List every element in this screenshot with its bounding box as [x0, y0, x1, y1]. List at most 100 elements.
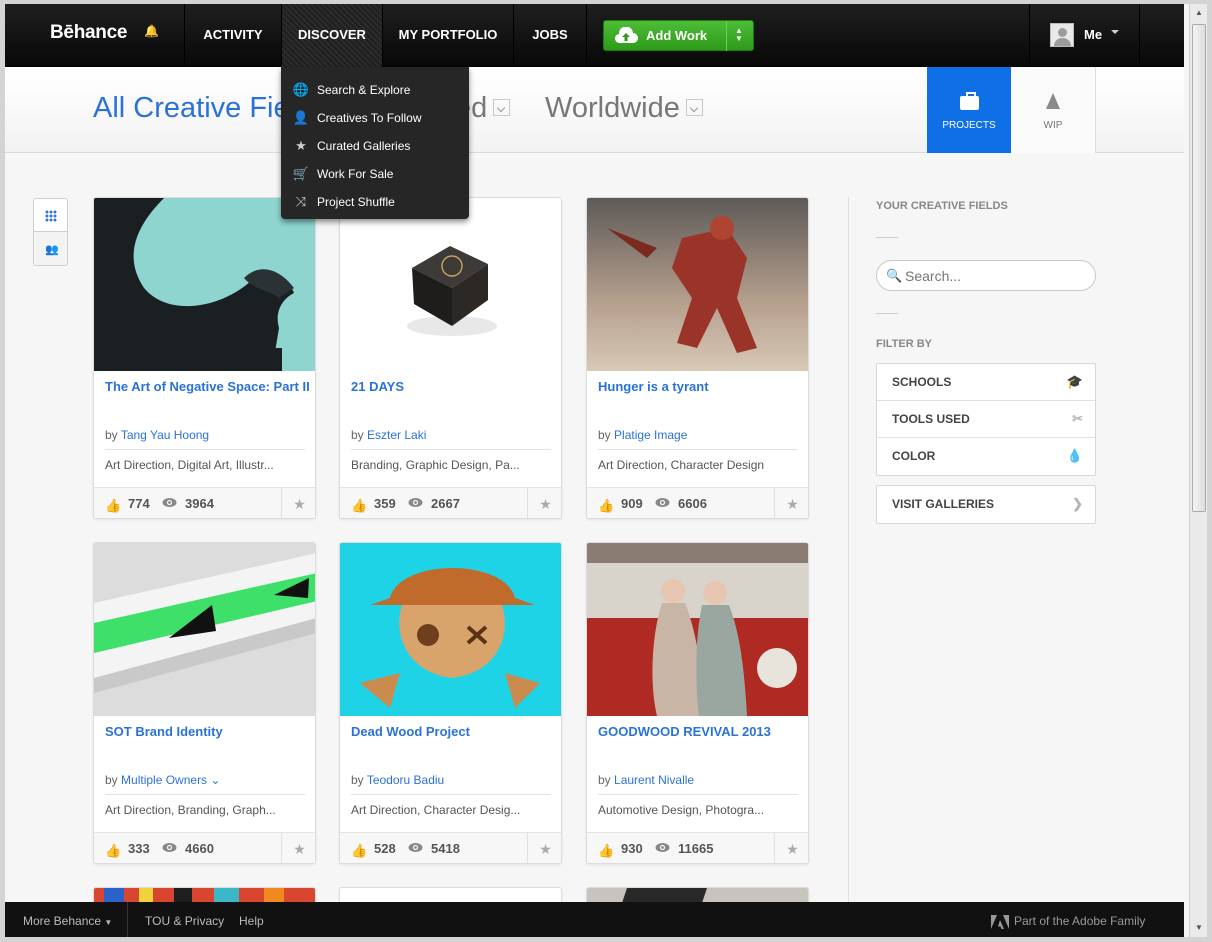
project-title[interactable]: Hunger is a tyrant — [598, 378, 803, 395]
menu-item-label: Creatives To Follow — [317, 111, 422, 125]
grid-view-toggle[interactable] — [33, 198, 68, 232]
project-thumbnail[interactable] — [587, 543, 809, 716]
me-menu[interactable]: Me — [1084, 4, 1102, 66]
project-card[interactable]: Hunger is a tyrant by Platige Image Art … — [586, 197, 809, 519]
people-view-toggle[interactable]: 👥 — [33, 232, 68, 266]
owner-link[interactable]: Platige Image — [614, 428, 687, 442]
scroll-up-arrow-icon[interactable]: ▲ — [1192, 6, 1206, 20]
sidebar-divider — [848, 197, 849, 917]
by-label: by — [351, 428, 364, 442]
appreciation-count: 774 — [128, 496, 150, 511]
filter-color[interactable]: COLOR 💧 — [877, 438, 1095, 475]
owner-link[interactable]: Laurent Nivalle — [614, 773, 694, 787]
project-thumbnail[interactable] — [94, 198, 316, 371]
menu-item-creatives-to-follow[interactable]: 👤 Creatives To Follow — [281, 104, 469, 132]
menu-item-label: Project Shuffle — [317, 195, 395, 209]
more-behance-menu[interactable]: More Behance ▼ — [23, 902, 112, 937]
help-link[interactable]: Help — [239, 902, 264, 937]
creative-field-filter[interactable]: All Creative Fie — [93, 92, 290, 125]
caret-down-icon[interactable] — [1111, 30, 1119, 34]
creative-fields: Art Direction, Digital Art, Illustr... — [105, 458, 274, 472]
tools-icon: ✂ — [1072, 411, 1083, 426]
by-label: by — [105, 773, 118, 787]
project-byline: by Teodoru Badiu — [351, 773, 551, 795]
project-thumbnail[interactable] — [340, 543, 562, 716]
appreciation-count: 359 — [374, 496, 396, 511]
project-title[interactable]: Dead Wood Project — [351, 723, 556, 740]
owner-link[interactable]: Tang Yau Hoong — [121, 428, 209, 442]
project-byline: by Platige Image — [598, 428, 798, 450]
visit-galleries-label: VISIT GALLERIES — [892, 497, 995, 511]
thumbs-up-icon: 👍 — [105, 498, 122, 513]
search-field[interactable]: 🔍 — [876, 260, 1096, 291]
appreciation-count: 930 — [621, 841, 643, 856]
menu-item-search-explore[interactable]: 🌐 Search & Explore — [281, 76, 469, 104]
project-thumbnail[interactable] — [94, 543, 316, 716]
menu-item-label: Work For Sale — [317, 167, 394, 181]
search-icon: 🔍 — [886, 268, 903, 283]
scrollbar-thumb[interactable] — [1192, 24, 1206, 512]
owner-link[interactable]: Teodoru Badiu — [367, 773, 444, 787]
project-card[interactable]: The Art of Negative Space: Part II by Ta… — [93, 197, 316, 519]
menu-item-project-shuffle[interactable]: ⤨ Project Shuffle — [281, 188, 469, 216]
nav-jobs[interactable]: JOBS — [514, 4, 586, 67]
filter-label: TOOLS USED — [892, 412, 970, 426]
owner-link[interactable]: Eszter Laki — [367, 428, 426, 442]
visit-galleries-box: VISIT GALLERIES ❯ — [876, 485, 1096, 524]
globe-icon: 🌐 — [292, 82, 310, 97]
visit-galleries-link[interactable]: VISIT GALLERIES ❯ — [877, 486, 1095, 523]
tab-projects[interactable]: PROJECTS — [927, 67, 1011, 153]
project-title[interactable]: GOODWOOD REVIVAL 2013 — [598, 723, 803, 740]
eye-icon — [408, 498, 423, 507]
search-input[interactable] — [905, 267, 1085, 285]
project-card[interactable]: GOODWOOD REVIVAL 2013 by Laurent Nivalle… — [586, 542, 809, 864]
region-filter[interactable]: Worldwide — [545, 92, 703, 125]
project-card[interactable]: Dead Wood Project by Teodoru Badiu Art D… — [339, 542, 562, 864]
filter-by-heading: FILTER BY — [876, 338, 933, 350]
owner-link[interactable]: Multiple Owners — [121, 773, 207, 787]
traffic-cone-icon — [1046, 93, 1060, 109]
vertical-scrollbar[interactable]: ▲ ▼ — [1189, 4, 1207, 937]
project-title[interactable]: SOT Brand Identity — [105, 723, 310, 740]
view-count: 4660 — [185, 841, 214, 856]
filter-tools-used[interactable]: TOOLS USED ✂ — [877, 401, 1095, 438]
chevron-down-icon[interactable]: ⌄ — [210, 773, 220, 787]
avatar[interactable] — [1050, 23, 1074, 47]
chevron-down-icon[interactable] — [685, 98, 703, 116]
nav-discover[interactable]: DISCOVER — [282, 4, 382, 67]
menu-item-work-for-sale[interactable]: 🛒 Work For Sale — [281, 160, 469, 188]
project-stats: 👍 528 5418 ★ — [340, 832, 561, 863]
project-thumbnail[interactable] — [340, 198, 562, 371]
behance-logo[interactable]: Bēhance — [50, 22, 127, 44]
graduation-cap-icon: 🎓 — [1066, 374, 1083, 389]
project-stats: 👍 359 2667 ★ — [340, 487, 561, 518]
notification-bell-icon[interactable]: 🔔 — [144, 24, 159, 38]
creative-fields: Branding, Graphic Design, Pa... — [351, 458, 520, 472]
chevron-down-icon[interactable] — [493, 98, 511, 116]
eye-icon — [162, 498, 177, 507]
footer-divider — [127, 902, 128, 937]
cart-icon: 🛒 — [292, 166, 310, 181]
filter-schools[interactable]: SCHOOLS 🎓 — [877, 364, 1095, 401]
project-card[interactable]: SOT Brand Identity by Multiple Owners ⌄ … — [93, 542, 316, 864]
appreciation-count: 528 — [374, 841, 396, 856]
project-title[interactable]: 21 DAYS — [351, 378, 556, 395]
project-thumbnail[interactable] — [587, 198, 809, 371]
nav-activity[interactable]: ACTIVITY — [185, 4, 281, 67]
tou-privacy-link[interactable]: TOU & Privacy — [145, 902, 224, 937]
project-stats: 👍 774 3964 ★ — [94, 487, 315, 518]
nav-my-portfolio[interactable]: MY PORTFOLIO — [383, 4, 513, 67]
up-down-arrows-icon[interactable]: ▲ ▼ — [735, 27, 743, 43]
add-work-label: Add Work — [646, 28, 708, 43]
filter-label: SCHOOLS — [892, 375, 952, 389]
cloud-upload-icon — [614, 27, 638, 44]
menu-item-curated-galleries[interactable]: ★ Curated Galleries — [281, 132, 469, 160]
scroll-down-arrow-icon[interactable]: ▼ — [1192, 921, 1206, 935]
tab-wip[interactable]: WIP — [1011, 67, 1096, 153]
project-byline: by Tang Yau Hoong — [105, 428, 305, 450]
project-card[interactable]: 21 DAYS by Eszter Laki Branding, Graphic… — [339, 197, 562, 519]
eye-icon — [408, 843, 423, 852]
eye-icon — [162, 843, 177, 852]
project-title[interactable]: The Art of Negative Space: Part II — [105, 378, 310, 395]
add-work-button[interactable]: Add Work ▲ ▼ — [603, 20, 754, 51]
